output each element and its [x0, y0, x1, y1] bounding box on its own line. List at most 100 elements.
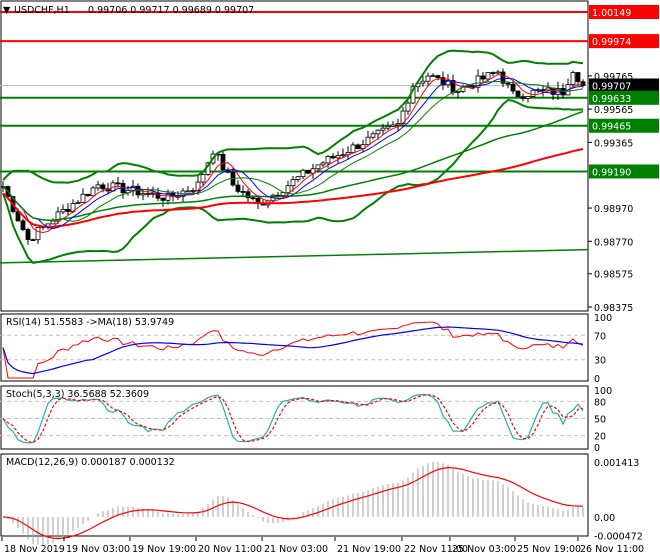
candle-body	[50, 220, 56, 225]
candle-body	[80, 193, 86, 203]
candle-body	[85, 193, 91, 197]
candle-body	[385, 125, 391, 129]
candle-body	[220, 153, 226, 171]
price-tick-label: 0.98970	[594, 204, 633, 215]
stoch-tick-label: 50	[594, 415, 606, 426]
candle-body	[515, 90, 521, 98]
candle-body	[350, 144, 356, 153]
rsi-tick-label: 30	[594, 356, 606, 367]
price-tick-label: 0.99765	[594, 72, 633, 83]
price-tag: 0.99974	[592, 37, 631, 48]
candle-body	[505, 82, 511, 85]
candle-body	[185, 190, 191, 193]
price-tick-label: 0.98575	[594, 270, 633, 281]
time-label: 26 Nov 11:00	[580, 544, 644, 555]
macd-tick-label: 0.001413	[594, 458, 639, 469]
chart-canvas[interactable]: 1.001490.999740.997070.996330.994650.991…	[0, 0, 660, 560]
ma-8	[2, 77, 584, 230]
candle-body	[495, 71, 501, 74]
rsi-tick-label: 0	[594, 374, 600, 385]
candle-body	[100, 184, 106, 190]
ma-13	[2, 80, 584, 222]
candle-body	[115, 182, 121, 185]
candle-body	[365, 136, 371, 146]
macd-title: MACD(12,26,9) 0.000187 0.000132	[6, 457, 175, 468]
stoch-tick-label: 0	[594, 443, 600, 454]
candle-body	[20, 220, 26, 230]
ohlc-values: 0.99706 0.99717 0.99689 0.99707	[88, 5, 254, 16]
candle-body	[575, 72, 581, 83]
candle-body	[370, 133, 376, 138]
candle-body	[485, 72, 491, 80]
candle-body	[240, 191, 246, 193]
rsi-title: RSI(14) 51.5583 ->MA(18) 53.9749	[6, 317, 174, 328]
rsi-tick-label: 100	[594, 313, 612, 324]
stoch-tick-label: 20	[594, 432, 606, 443]
candle-body	[200, 174, 206, 183]
candle-body	[235, 184, 241, 192]
candle-body	[455, 90, 461, 93]
time-label: 21 Nov 19:00	[337, 544, 401, 555]
time-label: 19 Nov 19:00	[132, 544, 196, 555]
price-tag: 0.99633	[592, 94, 631, 105]
candle-body	[510, 83, 516, 92]
candle-body	[355, 144, 361, 149]
trading-chart[interactable]: 1.00149 0.99974 0.99707 0.99633 0.99465 0.991…	[0, 0, 660, 560]
candle-body	[430, 75, 436, 78]
time-label: 25 Nov 03:00	[452, 544, 516, 555]
dropdown-arrow-icon[interactable]: ▼	[3, 5, 11, 16]
candle-body	[325, 156, 331, 164]
candle-body	[290, 179, 296, 187]
time-label: 20 Nov 11:00	[198, 544, 262, 555]
candle-body	[90, 187, 96, 197]
candle-body	[435, 75, 441, 79]
time-label: 25 Nov 19:00	[517, 544, 581, 555]
candle-body	[285, 185, 291, 194]
symbol-label: USDCHF,H1	[14, 5, 70, 16]
macd-signal-line	[2, 466, 584, 540]
candle-body	[315, 164, 321, 170]
candle-body	[335, 155, 341, 159]
candle-body	[320, 162, 326, 166]
time-label: 21 Nov 03:00	[264, 544, 328, 555]
price-tick-label: 0.99565	[594, 105, 633, 116]
candle-body	[480, 75, 486, 80]
candle-body	[420, 80, 426, 84]
candle-body	[250, 197, 256, 200]
candle-body	[380, 127, 386, 131]
candle-body	[405, 102, 411, 112]
candle-body	[305, 169, 311, 174]
panel-frame-0	[0, 0, 589, 312]
candle-body	[300, 169, 306, 178]
candle-body	[340, 154, 346, 157]
candle-body	[35, 227, 41, 241]
candle-body	[95, 184, 101, 189]
time-label: 19 Nov 03:00	[66, 544, 130, 555]
time-label: 18 Nov 2019	[4, 544, 65, 555]
candle-body	[60, 208, 66, 213]
candle-body	[145, 193, 151, 195]
candle-body	[540, 89, 546, 92]
macd-tick-label: -0.000472	[594, 531, 643, 542]
candle-body	[375, 129, 381, 135]
candle-body	[395, 123, 401, 126]
candle-body	[190, 190, 196, 192]
candle-body	[30, 239, 36, 241]
candle-body	[295, 176, 301, 181]
price-tick-label: 0.99365	[594, 138, 633, 149]
stoch-title: Stoch(5,3,3) 36.5688 52.3609	[6, 389, 149, 400]
candle-body	[330, 156, 336, 159]
candle-body	[490, 72, 496, 74]
candle-body	[75, 201, 81, 204]
candle-body	[520, 96, 526, 99]
candle-body	[140, 193, 146, 196]
price-tag: 0.99190	[592, 167, 631, 178]
candle-body	[160, 197, 166, 201]
price-tag: 1.00149	[592, 8, 631, 19]
stoch-tick-label: 80	[594, 397, 606, 408]
candle-body	[390, 124, 396, 127]
candle-body	[545, 87, 551, 91]
macd-tick-label: 0.00	[594, 513, 615, 524]
bollinger-upper	[2, 49, 584, 184]
stoch-k-line	[2, 393, 584, 444]
